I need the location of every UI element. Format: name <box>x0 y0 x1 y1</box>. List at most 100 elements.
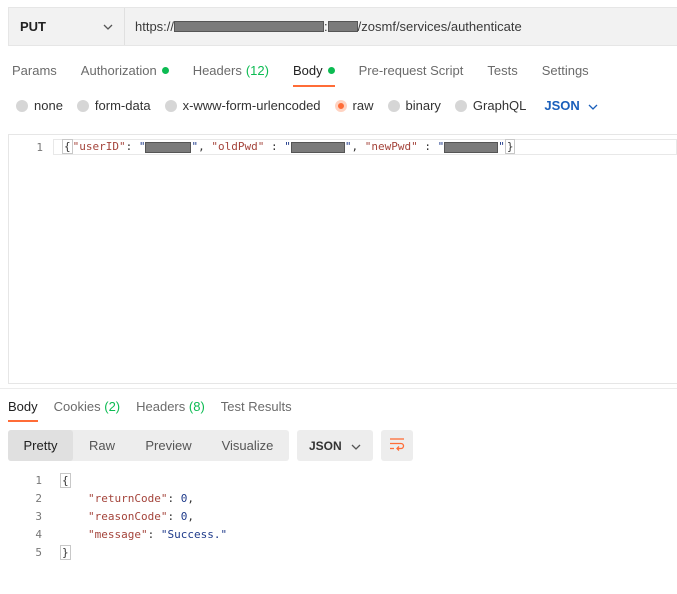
radio-circle-icon <box>454 99 467 112</box>
wrap-lines-icon <box>389 437 405 454</box>
wrap-lines-button[interactable] <box>381 430 413 461</box>
tab-cookies[interactable]: Cookies (2) <box>54 399 120 414</box>
json-comma: , <box>351 140 359 153</box>
json-key: "oldPwd" <box>211 140 265 153</box>
radio-form-data-label: form-data <box>94 98 151 113</box>
tab-preview[interactable]: Preview <box>131 430 206 461</box>
radio-form-data[interactable]: form-data <box>76 98 151 113</box>
body-language-select[interactable]: JSON <box>544 98 598 113</box>
line-number: 5 <box>35 546 42 559</box>
status-dot-icon <box>327 66 335 74</box>
radio-urlencoded[interactable]: x-www-form-urlencoded <box>164 98 321 113</box>
tab-visualize-label: Visualize <box>221 438 274 453</box>
method-label: PUT <box>20 19 46 34</box>
chevron-down-icon <box>351 439 361 453</box>
response-line: "returnCode": 0, <box>88 492 194 505</box>
tab-body-label: Body <box>292 62 323 78</box>
chevron-down-icon <box>588 98 598 113</box>
response-format-label: JSON <box>309 438 342 453</box>
tab-visualize[interactable]: Visualize <box>206 430 289 461</box>
radio-selected-icon <box>334 99 347 112</box>
redacted-host <box>174 21 325 32</box>
brace-open: { <box>60 473 71 488</box>
json-colon: : <box>270 140 278 153</box>
url-input[interactable]: https:// : /zosmf/services/authenticate <box>125 8 677 45</box>
tab-settings-label: Settings <box>541 62 589 78</box>
redacted-value <box>444 141 499 153</box>
json-key: "newPwd" <box>364 140 418 153</box>
method-select[interactable]: PUT <box>9 8 125 45</box>
response-line: { <box>60 472 71 490</box>
request-body-line: {"userID": " ", "oldPwd" : " ", "newPwd" :… <box>62 139 516 155</box>
line-number: 2 <box>35 492 42 505</box>
tab-test-results-label: Test Results <box>220 399 292 414</box>
radio-graphql[interactable]: GraphQL <box>454 98 527 113</box>
json-quote: " <box>284 140 291 153</box>
radio-graphql-label: GraphQL <box>472 98 527 113</box>
redacted-value <box>145 141 192 153</box>
tab-cookies-count: (2) <box>104 399 121 414</box>
radio-circle-icon <box>387 99 400 112</box>
tab-cookies-label: Cookies <box>53 399 101 414</box>
radio-circle-icon <box>76 99 89 112</box>
tab-response-body[interactable]: Body <box>8 399 38 422</box>
tab-test-results[interactable]: Test Results <box>221 399 292 414</box>
tab-settings[interactable]: Settings <box>542 62 589 78</box>
tab-response-headers[interactable]: Headers (8) <box>136 399 205 414</box>
radio-binary-label: binary <box>405 98 441 113</box>
radio-none-label: none <box>34 98 63 113</box>
body-type-options: none form-data x-www-form-urlencoded raw… <box>16 98 598 113</box>
radio-raw[interactable]: raw <box>334 98 374 113</box>
line-number: 3 <box>35 510 42 523</box>
tab-authorization-label: Authorization <box>80 62 157 78</box>
json-quote: " <box>138 140 146 153</box>
radio-circle-icon <box>16 99 28 112</box>
tab-preview-label: Preview <box>145 438 192 453</box>
tab-headers[interactable]: Headers (12) <box>193 62 269 78</box>
response-line: } <box>60 544 71 562</box>
line-number: 1 <box>36 141 43 154</box>
tab-headers-label: Headers <box>192 62 242 78</box>
json-colon: : <box>125 140 133 153</box>
tab-pre-request-script[interactable]: Pre-request Script <box>359 62 464 78</box>
radio-binary[interactable]: binary <box>387 98 441 113</box>
pane-divider[interactable] <box>0 388 677 389</box>
response-format-select[interactable]: JSON <box>297 430 373 461</box>
request-tabs: Params Authorization Headers (12) Body Pr… <box>12 62 613 87</box>
json-key: "userID" <box>72 140 126 153</box>
tab-tests-label: Tests <box>487 62 518 78</box>
radio-circle-icon <box>164 99 177 112</box>
body-language-label: JSON <box>544 98 580 113</box>
chevron-down-icon <box>102 21 114 33</box>
response-tabs: Body Cookies (2) Headers (8) Test Result… <box>8 399 308 422</box>
radio-urlencoded-label: x-www-form-urlencoded <box>182 98 321 113</box>
response-line: "message": "Success." <box>88 528 228 541</box>
line-number: 4 <box>35 528 42 541</box>
tab-pre-request-script-label: Pre-request Script <box>358 62 464 78</box>
tab-body[interactable]: Body <box>292 62 335 87</box>
json-colon: : <box>424 140 431 153</box>
tab-tests[interactable]: Tests <box>487 62 517 78</box>
json-key: "returnCode" <box>88 492 168 505</box>
tab-pretty[interactable]: Pretty <box>8 430 73 461</box>
request-body-editor[interactable]: 1 {"userID": " ", "oldPwd" : " ", "newPwd"… <box>8 134 677 384</box>
brace-close: } <box>504 139 516 154</box>
tab-authorization[interactable]: Authorization <box>81 62 169 78</box>
response-view-tabs: Pretty Raw Preview Visualize <box>8 430 289 461</box>
json-quote: " <box>437 140 445 153</box>
tab-params-label: Params <box>12 62 57 78</box>
redacted-port <box>327 21 358 32</box>
tab-response-headers-count: (8) <box>188 399 205 414</box>
brace-close: } <box>60 545 71 560</box>
json-key: "reasonCode" <box>88 510 168 523</box>
radio-none[interactable]: none <box>16 98 63 113</box>
tab-params[interactable]: Params <box>12 62 57 78</box>
tab-raw-label: Raw <box>89 438 116 453</box>
tab-response-headers-label: Headers <box>136 399 186 414</box>
json-comma: , <box>198 140 205 153</box>
tab-raw[interactable]: Raw <box>73 430 131 461</box>
radio-raw-label: raw <box>352 98 374 113</box>
url-suffix: /zosmf/services/authenticate <box>357 19 522 34</box>
json-value: "Success." <box>160 528 228 541</box>
json-quote: " <box>498 140 505 153</box>
